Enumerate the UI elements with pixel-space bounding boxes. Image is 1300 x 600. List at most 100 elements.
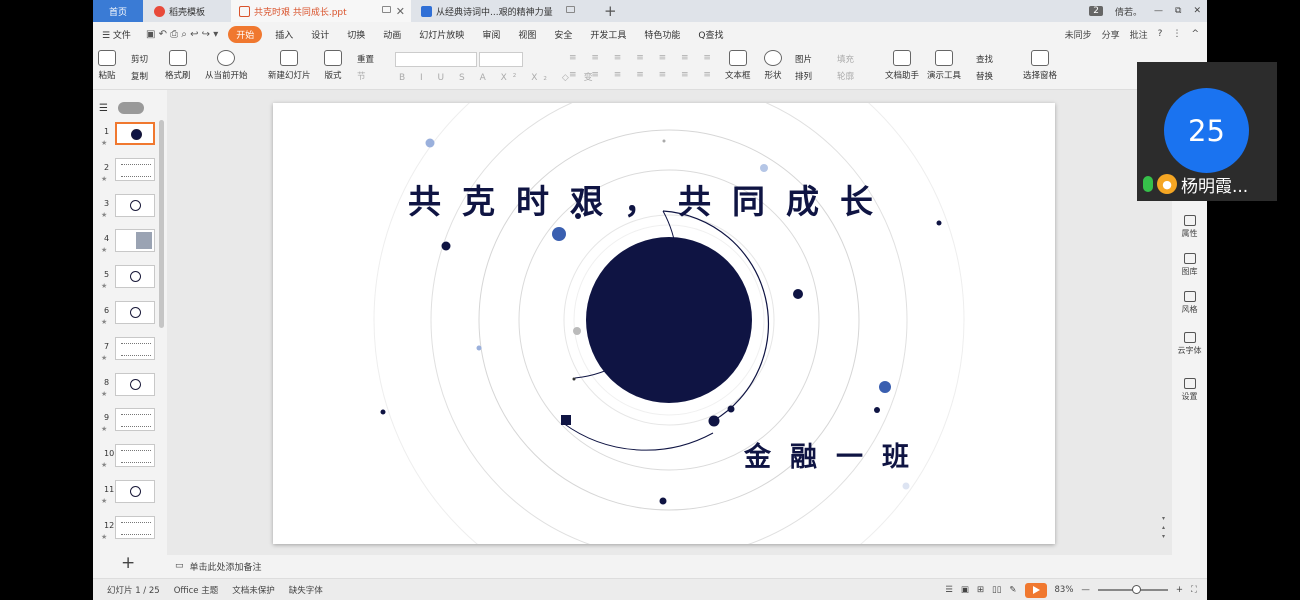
menu-design[interactable]: 设计 xyxy=(302,28,338,41)
slide-1[interactable]: 共克时艰，共同成长 金融一班 xyxy=(273,103,1055,544)
notes-toggle-icon[interactable]: ☰ xyxy=(945,585,953,595)
thumbnail-scrollbar[interactable] xyxy=(159,120,164,328)
thumbnail-image[interactable] xyxy=(115,372,155,396)
presentation-tools-button[interactable]: 演示工具 xyxy=(927,50,961,81)
more-icon[interactable]: ⋮ xyxy=(1172,29,1181,39)
close-tab-icon[interactable]: ✕ xyxy=(396,5,405,18)
tab-doc[interactable]: 从经典诗词中...艰的精神力量 xyxy=(415,0,583,22)
collapse-ribbon-icon[interactable]: ^ xyxy=(1191,29,1199,39)
menu-features[interactable]: 特色功能 xyxy=(635,28,689,41)
play-from-current-button[interactable]: 从当前开始 xyxy=(205,50,248,81)
menu-transition[interactable]: 切换 xyxy=(338,28,374,41)
reading-view-icon[interactable]: ▯▯ xyxy=(992,585,1001,595)
maximize-button[interactable]: ⧉ xyxy=(1175,6,1181,16)
slide-thumbnail[interactable]: 7 ★ xyxy=(93,334,167,370)
menu-slideshow[interactable]: 幻灯片放映 xyxy=(410,28,473,41)
slide-thumbnail[interactable]: 6 ★ xyxy=(93,298,167,334)
cut-button[interactable]: 剪切 xyxy=(131,53,148,65)
user-name[interactable]: 倩若。 xyxy=(1115,5,1142,18)
menu-devtools[interactable]: 开发工具 xyxy=(581,28,635,41)
missing-font[interactable]: 缺失字体 xyxy=(289,584,323,596)
outline-view-icon[interactable]: ☰ xyxy=(99,103,108,114)
video-call-overlay[interactable]: 25 ● 杨明霞... xyxy=(1137,62,1277,201)
replace-button[interactable]: 替换 xyxy=(976,70,993,82)
thumbnail-image[interactable] xyxy=(115,515,155,539)
tab-daoke-template[interactable]: 稻壳模板 xyxy=(148,0,226,22)
normal-view-icon[interactable]: ▣ xyxy=(961,585,969,595)
paste-button[interactable]: 粘贴 xyxy=(98,50,116,81)
selection-pane-button[interactable]: 选择窗格 xyxy=(1023,50,1057,81)
thumbnail-image[interactable] xyxy=(115,336,155,360)
slideshow-play-button[interactable] xyxy=(1024,582,1047,598)
slide-thumbnail[interactable]: 12 ★ xyxy=(93,513,167,549)
notes-area[interactable]: ▭ 单击此处添加备注 xyxy=(167,555,1207,577)
theme-name[interactable]: Office 主题 xyxy=(174,584,219,596)
help-icon[interactable]: ? xyxy=(1158,29,1163,39)
shape-button[interactable]: 形状 xyxy=(764,50,782,81)
thumbnail-image[interactable] xyxy=(115,408,155,432)
add-slide-button[interactable]: + xyxy=(121,553,135,573)
minimize-button[interactable]: — xyxy=(1154,6,1163,16)
textbox-button[interactable]: 文本框 xyxy=(725,50,751,81)
thumbnail-view-icon[interactable] xyxy=(117,102,144,114)
menu-review[interactable]: 审阅 xyxy=(473,28,509,41)
copy-button[interactable]: 复制 xyxy=(131,70,148,82)
screen-icon[interactable] xyxy=(382,6,391,13)
format-painter-button[interactable]: 格式刷 xyxy=(165,50,191,81)
font-size-field[interactable] xyxy=(479,52,523,67)
fit-window-icon[interactable]: ⛶ xyxy=(1191,585,1197,595)
slide-title[interactable]: 共克时艰，共同成长 xyxy=(408,175,894,223)
screen-icon[interactable] xyxy=(566,6,575,13)
new-slide-button[interactable]: 新建幻灯片 xyxy=(268,50,311,81)
layout-button[interactable]: 版式 xyxy=(324,50,342,81)
arrange-button[interactable]: 排列 xyxy=(795,70,812,82)
menu-insert[interactable]: 插入 xyxy=(266,28,302,41)
sorter-view-icon[interactable]: ⊞ xyxy=(977,585,984,595)
slide-thumbnail[interactable]: 4 ★ xyxy=(93,226,167,262)
quick-access-icons[interactable]: ▣ ↶ ⎙ ⌕ ↩ ↪ ▾ xyxy=(140,29,224,40)
menu-animation[interactable]: 动画 xyxy=(374,28,410,41)
share-button[interactable]: 分享 xyxy=(1102,28,1120,41)
thumbnail-image[interactable] xyxy=(115,480,155,503)
annotation-icon[interactable]: ✎ xyxy=(1009,585,1016,595)
rightbar-cloud-font[interactable]: 云字体 xyxy=(1172,332,1207,356)
paragraph-list-group[interactable]: ≡ ≡ ≡ ≡ ≡ ≡ ≡ xyxy=(569,53,717,63)
thumbnail-image[interactable] xyxy=(115,444,155,468)
scroll-arrows[interactable]: ▾ ▴ ▾ xyxy=(1162,514,1165,541)
menu-file[interactable]: ☰ 文件 xyxy=(93,28,140,41)
zoom-value[interactable]: 83% xyxy=(1055,585,1074,595)
window-count-badge[interactable]: 2 xyxy=(1089,6,1103,16)
slide-thumbnail[interactable]: 8 ★ xyxy=(93,370,167,406)
menu-view[interactable]: 视图 xyxy=(509,28,545,41)
thumb-view-toggle[interactable]: ☰ xyxy=(99,102,144,114)
rightbar-gallery[interactable]: 图库 xyxy=(1172,253,1207,277)
zoom-slider[interactable] xyxy=(1097,585,1168,594)
microphone-icon[interactable] xyxy=(1143,176,1153,192)
tab-home[interactable]: 首页 xyxy=(93,0,143,22)
section-button[interactable]: 节 xyxy=(357,70,366,82)
slide-thumbnail[interactable]: 10 ★ xyxy=(93,441,167,477)
slide-thumbnail[interactable]: 2 ★ xyxy=(93,155,167,191)
thumbnail-image[interactable] xyxy=(115,157,155,181)
menu-search[interactable]: Q查找 xyxy=(689,28,732,41)
comment-button[interactable]: 批注 xyxy=(1130,28,1148,41)
rightbar-properties[interactable]: 属性 xyxy=(1172,215,1207,239)
slide-thumbnail[interactable]: 3 ★ xyxy=(93,191,167,227)
picture-button[interactable]: 图片 xyxy=(795,53,812,65)
menu-start[interactable]: 开始 xyxy=(228,25,263,43)
thumbnail-image[interactable] xyxy=(115,122,155,145)
zoom-slider-knob[interactable] xyxy=(1131,585,1141,594)
doc-assistant-button[interactable]: 文档助手 xyxy=(885,50,919,81)
slide-thumbnail[interactable]: 11 ★ xyxy=(93,477,167,513)
fill-button[interactable]: 填充 xyxy=(837,53,854,65)
tab-ppt-active[interactable]: 共克时艰 共同成长.ppt ✕ xyxy=(231,0,411,22)
new-tab-button[interactable]: + xyxy=(604,2,617,20)
thumbnail-image[interactable] xyxy=(115,265,155,289)
rightbar-style[interactable]: 风格 xyxy=(1172,291,1207,315)
thumbnail-image[interactable] xyxy=(115,193,155,217)
find-button[interactable]: 查找 xyxy=(976,53,993,65)
slide-thumbnail[interactable]: 5 ★ xyxy=(93,262,167,298)
reset-button[interactable]: 重置 xyxy=(357,53,374,65)
slide-thumbnail[interactable]: 9 ★ xyxy=(93,405,167,441)
zoom-in-button[interactable]: + xyxy=(1176,585,1183,595)
